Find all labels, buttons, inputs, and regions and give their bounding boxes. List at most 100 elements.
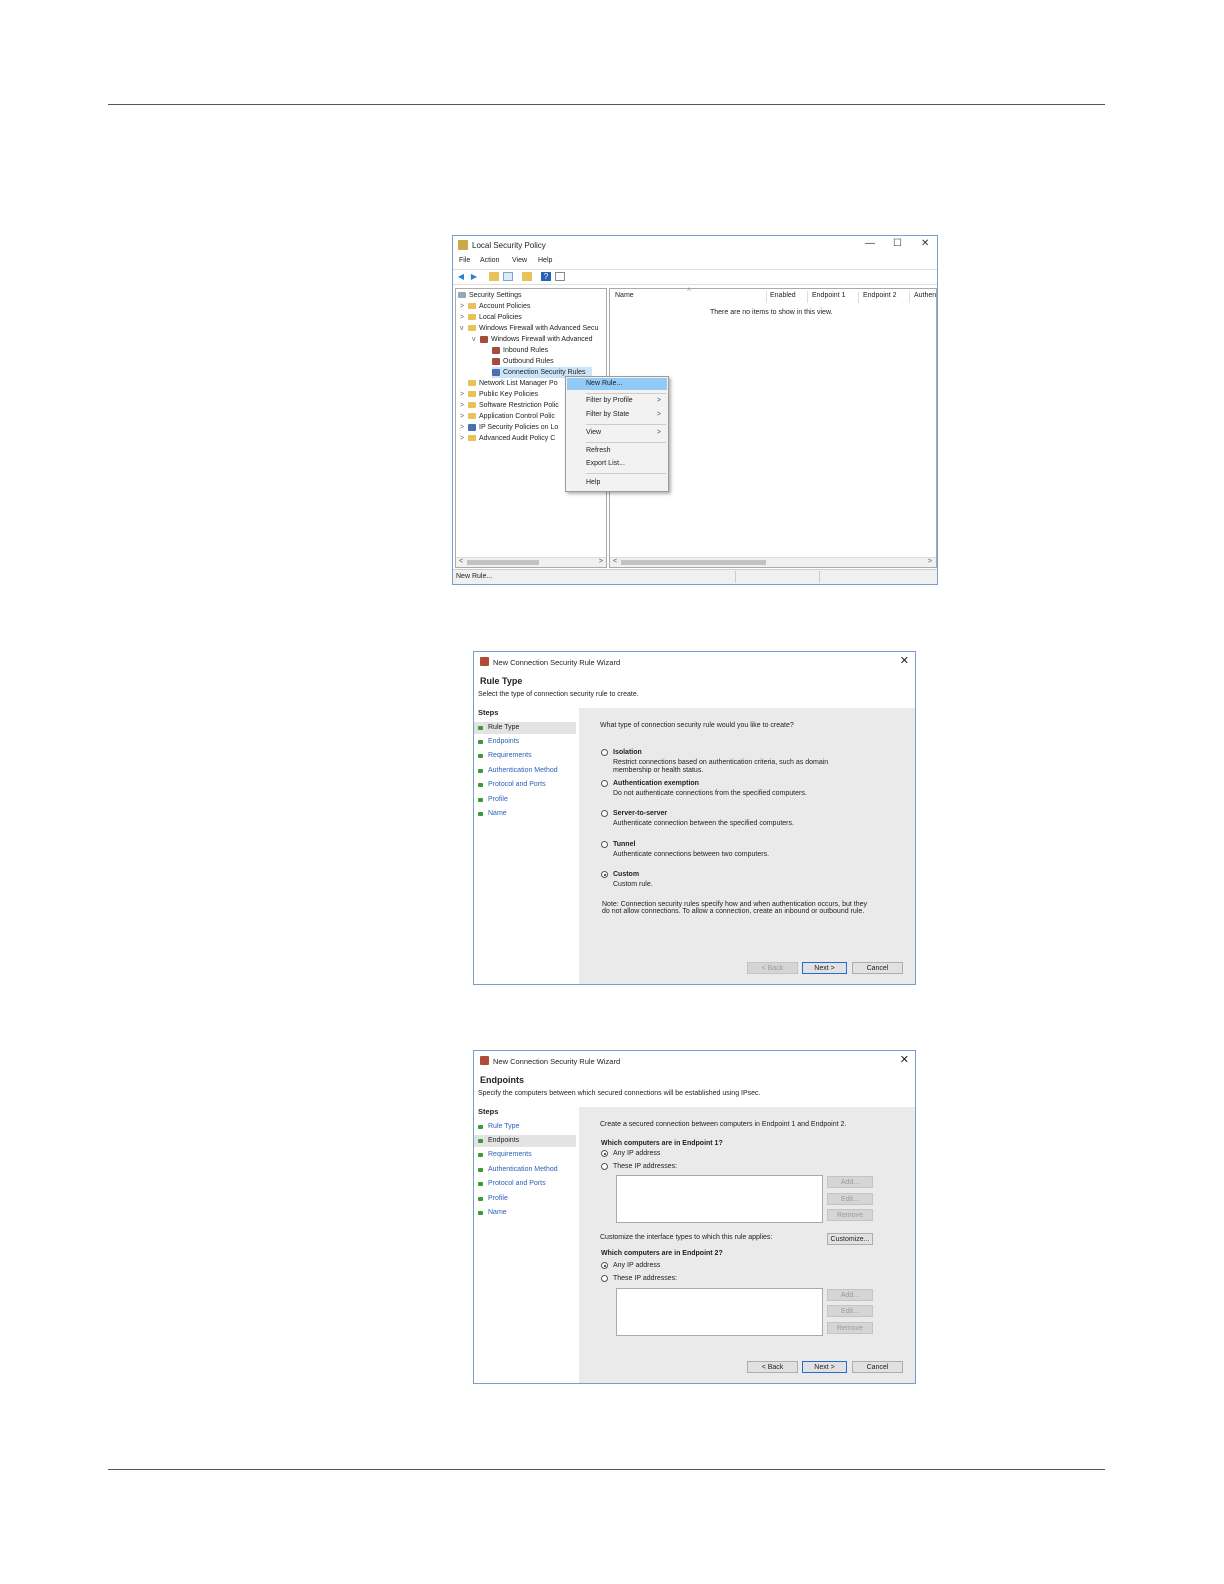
scroll-right-icon[interactable]: > [928, 558, 932, 565]
chevron-right-icon[interactable]: > [460, 400, 468, 411]
customize-button[interactable]: Customize... [827, 1233, 873, 1245]
endpoint-1-these-ip-label[interactable]: These IP addresses: [613, 1163, 677, 1170]
tree-item-public-key-policies[interactable]: > Public Key Policies [460, 389, 538, 400]
minimize-icon[interactable]: — [865, 238, 875, 249]
radio-endpoint-1-these-ip[interactable] [601, 1163, 608, 1170]
scroll-right-icon[interactable]: > [599, 558, 603, 565]
tree-item-advanced-audit-policy[interactable]: > Advanced Audit Policy C [460, 433, 555, 444]
tree-item-outbound-rules[interactable]: Outbound Rules [492, 356, 554, 367]
menu-action[interactable]: Action [480, 257, 499, 264]
menu-file[interactable]: File [459, 257, 470, 264]
context-item-filter-state[interactable]: Filter by State > [567, 409, 667, 421]
next-button[interactable]: Next > [802, 962, 847, 974]
scroll-thumb[interactable] [467, 560, 539, 565]
radio-isolation[interactable] [601, 749, 608, 756]
endpoint-2-edit-button[interactable]: Edit... [827, 1305, 873, 1317]
column-authentication[interactable]: Authen [914, 292, 936, 299]
context-item-new-rule[interactable]: New Rule... [567, 378, 667, 390]
tree-item-account-policies[interactable]: > Account Policies [460, 301, 530, 312]
properties-icon[interactable] [555, 272, 565, 281]
step-profile[interactable]: Profile [474, 794, 576, 806]
tree-item-local-policies[interactable]: > Local Policies [460, 312, 522, 323]
radio-authentication-exemption[interactable] [601, 780, 608, 787]
endpoint-2-add-button[interactable]: Add... [827, 1289, 873, 1301]
step-protocol-ports[interactable]: Protocol and Ports [474, 779, 576, 791]
endpoint-2-ip-list[interactable] [616, 1288, 823, 1336]
chevron-right-icon[interactable]: > [460, 301, 468, 312]
tree-item-windows-firewall[interactable]: v Windows Firewall with Advanced Secu [460, 323, 598, 334]
endpoint-1-add-button[interactable]: Add... [827, 1176, 873, 1188]
context-item-view[interactable]: View > [567, 427, 667, 439]
chevron-right-icon[interactable]: > [460, 312, 468, 323]
chevron-right-icon[interactable]: > [460, 433, 468, 444]
step-authentication-method[interactable]: Authentication Method [474, 765, 576, 777]
radio-server-to-server[interactable] [601, 810, 608, 817]
endpoint-1-ip-list[interactable] [616, 1175, 823, 1223]
tree-horizontal-scrollbar[interactable]: < > [456, 557, 606, 567]
chevron-right-icon[interactable]: > [460, 389, 468, 400]
endpoint-2-any-ip-label[interactable]: Any IP address [613, 1262, 660, 1269]
context-item-refresh[interactable]: Refresh [567, 445, 667, 457]
column-enabled[interactable]: Enabled [770, 292, 796, 299]
column-endpoint-2[interactable]: Endpoint 2 [863, 292, 896, 299]
chevron-down-icon[interactable]: v [460, 323, 468, 334]
tree-item-inbound-rules[interactable]: Inbound Rules [492, 345, 548, 356]
scroll-left-icon[interactable]: < [613, 558, 617, 565]
cancel-button[interactable]: Cancel [852, 1361, 903, 1373]
endpoint-2-remove-button[interactable]: Remove [827, 1322, 873, 1334]
radio-endpoint-2-any-ip[interactable] [601, 1262, 608, 1269]
results-horizontal-scrollbar[interactable]: < > [610, 557, 936, 567]
option-server-to-server-label[interactable]: Server-to-server [613, 810, 667, 817]
tree-item-software-restriction[interactable]: > Software Restriction Polic [460, 400, 559, 411]
radio-endpoint-1-any-ip[interactable] [601, 1150, 608, 1157]
close-icon[interactable]: ✕ [921, 238, 929, 249]
chevron-down-icon[interactable]: v [472, 334, 480, 345]
menu-view[interactable]: View [512, 257, 527, 264]
menu-help[interactable]: Help [538, 257, 552, 264]
tree-item-ip-security-policies[interactable]: > IP Security Policies on Lo [460, 422, 558, 433]
column-name[interactable]: Name [615, 292, 634, 299]
step-protocol-ports[interactable]: Protocol and Ports [474, 1178, 576, 1190]
tree-item-security-settings[interactable]: Security Settings [458, 290, 522, 301]
radio-endpoint-2-these-ip[interactable] [601, 1275, 608, 1282]
step-requirements[interactable]: Requirements [474, 1149, 576, 1161]
option-tunnel-label[interactable]: Tunnel [613, 841, 635, 848]
step-profile[interactable]: Profile [474, 1193, 576, 1205]
scroll-left-icon[interactable]: < [459, 558, 463, 565]
back-button[interactable]: < Back [747, 1361, 798, 1373]
chevron-right-icon[interactable]: > [460, 411, 468, 422]
radio-custom[interactable] [601, 871, 608, 878]
step-rule-type[interactable]: Rule Type [474, 722, 576, 734]
option-authentication-exemption-label[interactable]: Authentication exemption [613, 780, 699, 787]
close-icon[interactable]: ✕ [900, 654, 909, 667]
folder-up-icon[interactable] [489, 272, 499, 281]
forward-arrow-icon[interactable]: ▶ [469, 272, 479, 281]
context-item-help[interactable]: Help [567, 477, 667, 489]
maximize-icon[interactable]: ☐ [893, 238, 902, 249]
column-endpoint-1[interactable]: Endpoint 1 [812, 292, 845, 299]
step-rule-type[interactable]: Rule Type [474, 1121, 576, 1133]
step-name[interactable]: Name [474, 1207, 576, 1219]
step-name[interactable]: Name [474, 808, 576, 820]
option-custom-label[interactable]: Custom [613, 871, 639, 878]
cancel-button[interactable]: Cancel [852, 962, 903, 974]
endpoint-1-remove-button[interactable]: Remove [827, 1209, 873, 1221]
step-endpoints[interactable]: Endpoints [474, 736, 576, 748]
tree-item-windows-firewall-advanced[interactable]: v Windows Firewall with Advanced [472, 334, 593, 345]
next-button[interactable]: Next > [802, 1361, 847, 1373]
step-requirements[interactable]: Requirements [474, 750, 576, 762]
back-button[interactable]: < Back [747, 962, 798, 974]
tree-item-application-control[interactable]: > Application Control Polic [460, 411, 555, 422]
back-arrow-icon[interactable]: ◀ [456, 272, 466, 281]
step-authentication-method[interactable]: Authentication Method [474, 1164, 576, 1176]
tree-item-network-list-manager[interactable]: Network List Manager Po [468, 378, 558, 389]
endpoint-2-these-ip-label[interactable]: These IP addresses: [613, 1275, 677, 1282]
context-item-filter-profile[interactable]: Filter by Profile > [567, 395, 667, 407]
step-endpoints[interactable]: Endpoints [474, 1135, 576, 1147]
option-isolation-label[interactable]: Isolation [613, 749, 642, 756]
chevron-right-icon[interactable]: > [460, 422, 468, 433]
endpoint-1-edit-button[interactable]: Edit... [827, 1193, 873, 1205]
endpoint-1-any-ip-label[interactable]: Any IP address [613, 1150, 660, 1157]
close-icon[interactable]: ✕ [900, 1053, 909, 1066]
context-item-export-list[interactable]: Export List... [567, 458, 667, 470]
